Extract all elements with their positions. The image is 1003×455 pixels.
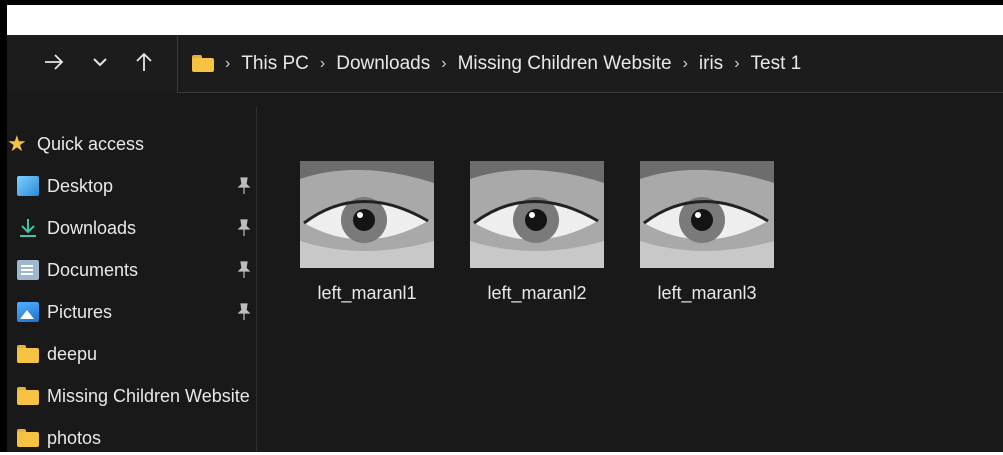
sidebar-item-label: Missing Children Website: [47, 385, 250, 406]
sidebar-item-missing-children-website[interactable]: Missing Children Website: [7, 379, 257, 413]
sidebar-item-desktop[interactable]: Desktop: [7, 169, 257, 203]
chevron-right-icon[interactable]: ›: [683, 55, 688, 73]
sidebar-item-label: deepu: [47, 343, 98, 364]
desktop-icon: [17, 176, 39, 196]
arrow-right-icon: [45, 54, 64, 70]
chevron-right-icon[interactable]: ›: [225, 55, 230, 73]
sidebar-item-documents[interactable]: Documents: [7, 253, 257, 287]
file-item[interactable]: left_maranl2: [462, 161, 612, 311]
sidebar-item-label: Downloads: [47, 217, 137, 238]
pictures-icon: [17, 302, 39, 322]
file-item[interactable]: left_maranl1: [292, 161, 442, 311]
arrow-up-icon: [136, 52, 152, 71]
file-item[interactable]: left_maranl3: [632, 161, 782, 311]
image-thumbnail: [640, 161, 774, 268]
breadcrumb-this-pc[interactable]: This PC: [241, 53, 309, 75]
address-bar[interactable]: › This PC › Downloads › Missing Children…: [177, 35, 1003, 93]
chevron-right-icon[interactable]: ›: [320, 55, 325, 73]
up-button[interactable]: [129, 47, 159, 77]
pin-icon[interactable]: [237, 219, 251, 237]
sidebar-item-label: Pictures: [47, 301, 113, 322]
eye-thumbnail-image: [470, 161, 604, 268]
star-icon: ★: [7, 131, 27, 156]
chevron-down-icon: [93, 58, 107, 67]
file-explorer: › This PC › Downloads › Missing Children…: [7, 35, 1003, 452]
documents-icon: [17, 260, 39, 280]
folder-icon: [17, 428, 39, 448]
breadcrumb-missing-children-website[interactable]: Missing Children Website: [458, 53, 672, 75]
folder-icon: [17, 344, 39, 364]
eye-thumbnail-image: [640, 161, 774, 268]
chevron-right-icon[interactable]: ›: [441, 55, 446, 73]
forward-button[interactable]: [39, 47, 69, 77]
navigation-toolbar: › This PC › Downloads › Missing Children…: [7, 35, 1003, 93]
sidebar-item-label: Desktop: [47, 175, 114, 196]
chevron-right-icon[interactable]: ›: [734, 55, 739, 73]
sidebar-item-quick-access[interactable]: ★ Quick access: [7, 127, 257, 161]
file-name: left_maranl1: [317, 283, 417, 303]
breadcrumb-iris[interactable]: iris: [699, 53, 723, 75]
folder-icon: [192, 55, 214, 72]
sidebar-item-deepu[interactable]: deepu: [7, 337, 257, 371]
breadcrumb-test-1[interactable]: Test 1: [751, 53, 802, 75]
sidebar-item-label: Quick access: [37, 133, 145, 154]
sidebar-item-downloads[interactable]: Downloads: [7, 211, 257, 245]
sidebar-item-pictures[interactable]: Pictures: [7, 295, 257, 329]
sidebar-item-label: Documents: [47, 259, 139, 280]
image-thumbnail: [300, 161, 434, 268]
sidebar-item-label: photos: [47, 427, 102, 448]
title-bar: [7, 5, 1003, 35]
pin-icon[interactable]: [237, 261, 251, 279]
download-icon: [17, 218, 39, 238]
pin-icon[interactable]: [237, 303, 251, 321]
recent-locations-button[interactable]: [85, 47, 115, 77]
image-thumbnail: [470, 161, 604, 268]
navigation-pane: ★ Quick access Desktop Downloads Documen…: [7, 107, 257, 452]
file-name: left_maranl2: [487, 283, 587, 303]
file-name: left_maranl3: [657, 283, 757, 303]
pin-icon[interactable]: [237, 177, 251, 195]
breadcrumb: › This PC › Downloads › Missing Children…: [192, 53, 801, 75]
folder-icon: [17, 386, 39, 406]
sidebar-item-photos[interactable]: photos: [7, 421, 257, 455]
breadcrumb-downloads[interactable]: Downloads: [336, 53, 430, 75]
file-list: left_maranl1 left_maranl2 left_maranl3: [258, 107, 1003, 452]
eye-thumbnail-image: [300, 161, 434, 268]
